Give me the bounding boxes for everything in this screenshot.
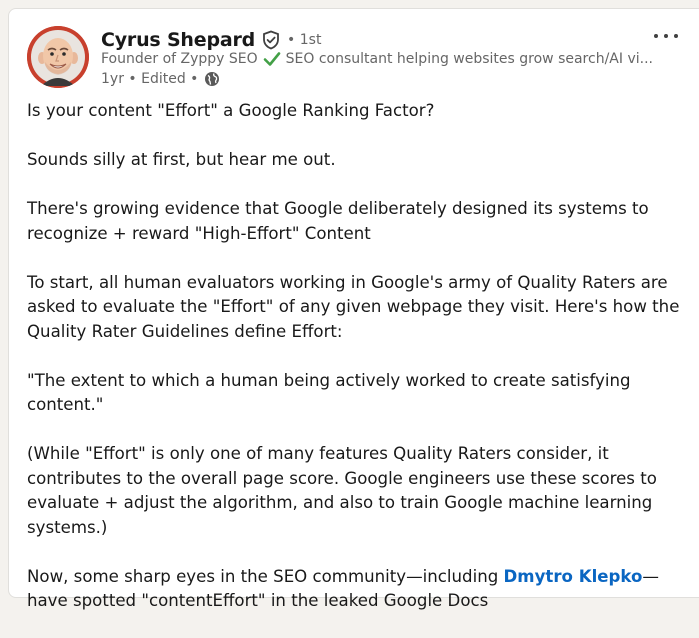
mention-link[interactable]: Dmytro Klepko xyxy=(504,567,643,586)
author-row: Cyrus Shepard • 1st xyxy=(101,26,321,54)
green-check-icon xyxy=(263,51,281,67)
post-paragraph: "The extent to which a human being activ… xyxy=(27,370,631,415)
post-paragraph: To start, all human evaluators working i… xyxy=(27,272,680,341)
post-paragraph: Sounds silly at first, but hear me out. xyxy=(27,150,336,169)
post-meta: 1yr • Edited • xyxy=(101,71,220,87)
post-time: 1yr • Edited • xyxy=(101,71,199,87)
headline-tagline: SEO consultant helping websites grow sea… xyxy=(285,51,653,67)
post-paragraph: Is your content "Effort" a Google Rankin… xyxy=(27,101,435,120)
more-dot-icon xyxy=(654,34,658,38)
author-headline: Founder of Zyppy SEO SEO consultant help… xyxy=(101,51,653,67)
more-options-button[interactable] xyxy=(654,29,678,43)
globe-icon xyxy=(204,71,220,87)
post-body: Is your content "Effort" a Google Rankin… xyxy=(27,99,697,638)
post-paragraph: (While "Effort" is only one of many feat… xyxy=(27,444,657,537)
post-paragraph: Now, some sharp eyes in the SEO communit… xyxy=(27,565,697,614)
connection-degree: • 1st xyxy=(287,32,322,48)
paragraph-text-before: Now, some sharp eyes in the SEO communit… xyxy=(27,566,504,586)
post-card: Cyrus Shepard • 1st Founder of Zyppy SEO… xyxy=(8,8,699,610)
avatar-illustration-icon xyxy=(27,26,89,88)
more-dot-icon xyxy=(664,34,668,38)
headline-role: Founder of Zyppy SEO xyxy=(101,51,258,67)
author-name[interactable]: Cyrus Shepard xyxy=(101,29,255,51)
post-paragraph: There's growing evidence that Google del… xyxy=(27,199,649,243)
author-avatar[interactable] xyxy=(27,26,89,88)
verified-shield-icon xyxy=(261,30,281,50)
more-dot-icon xyxy=(674,34,678,38)
